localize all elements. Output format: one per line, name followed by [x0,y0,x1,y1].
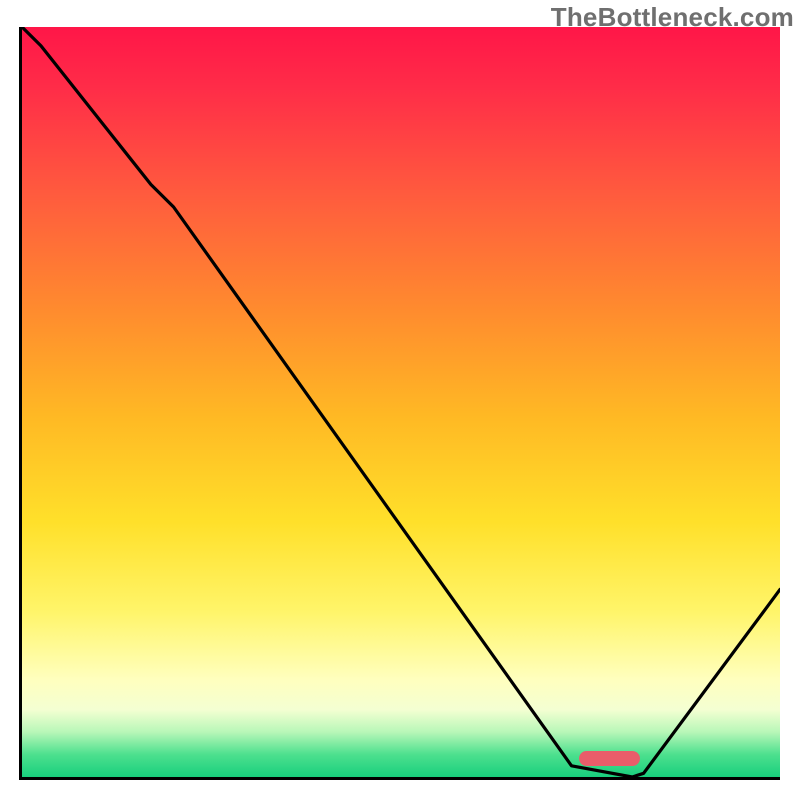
plot-area [19,27,780,780]
chart-container: TheBottleneck.com [0,0,800,800]
watermark-text: TheBottleneck.com [551,2,794,33]
heat-gradient-background [22,27,780,777]
optimal-range-marker [579,751,640,766]
